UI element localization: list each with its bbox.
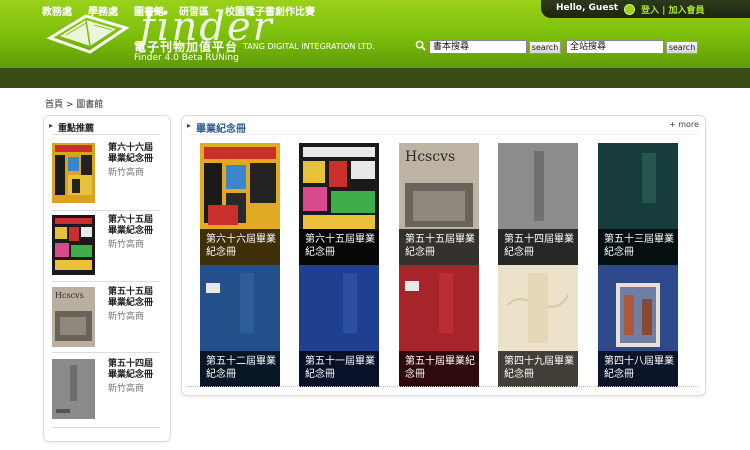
search-icon [415, 40, 426, 51]
book-item[interactable]: 第六十六屆畢業紀念冊 [200, 143, 280, 265]
book-caption[interactable]: 第四十九屆畢業紀念冊 [498, 351, 578, 387]
book-item[interactable]: 第五十一屆畢業紀念冊 [299, 265, 379, 387]
book-item[interactable]: 第六十五屆畢業紀念冊 [299, 143, 379, 265]
sidebar-item-subtitle: 新竹高商 [108, 168, 145, 178]
divider [188, 386, 698, 387]
nav-item-student-affairs[interactable]: 學務處 [88, 3, 118, 18]
divider [52, 427, 160, 428]
book-item[interactable]: 第五十二屆畢業紀念冊 [200, 265, 280, 387]
book-item[interactable]: 第四十九屆畢業紀念冊 [498, 265, 578, 387]
login-register-link[interactable]: 登入 | 加入會員 [641, 3, 705, 16]
sidebar-item-subtitle: 新竹高商 [108, 384, 145, 394]
svg-text:Hcscvs: Hcscvs [405, 149, 455, 165]
divider [52, 281, 160, 282]
book-cover-thumbnail[interactable]: Hcscvs [52, 287, 95, 347]
sidebar-item[interactable]: 第六十六屆畢業紀念冊 新竹高商 [52, 143, 162, 205]
nav-item-ebook-contest[interactable]: 校園電子書創作比賽 [225, 3, 315, 18]
book-item[interactable]: 第五十四屆畢業紀念冊 [498, 143, 578, 265]
book-caption[interactable]: 第六十六屆畢業紀念冊 [200, 229, 280, 265]
book-caption[interactable]: 第五十四屆畢業紀念冊 [498, 229, 578, 265]
book-cover-thumbnail[interactable] [52, 359, 95, 419]
version-text: Finder 4.0 Beta RUNing [134, 53, 239, 63]
book-item[interactable]: 第五十三屆畢業紀念冊 [598, 143, 678, 265]
greeting-text: Hello, Guest [556, 3, 619, 13]
nav-item-library[interactable]: 圖書館 [134, 3, 164, 18]
company-name: TANG DIGITAL INTEGRATION LTD. [243, 42, 375, 51]
breadcrumb[interactable]: 首頁 > 圖書館 [45, 97, 103, 110]
sidebar-item[interactable]: Hcscvs 第五十五屆畢業紀念冊 新竹高商 [52, 287, 162, 349]
svg-text:Hcscvs: Hcscvs [55, 291, 84, 300]
divider [188, 134, 698, 135]
sidebar-item-subtitle: 新竹高商 [108, 240, 145, 250]
book-caption[interactable]: 第五十二屆畢業紀念冊 [200, 351, 280, 387]
sidebar-item[interactable]: 第六十五屆畢業紀念冊 新竹高商 [52, 215, 162, 277]
divider [52, 352, 160, 353]
book-search-button[interactable]: search [529, 41, 561, 54]
sidebar-item-title[interactable]: 第六十五屆畢業紀念冊 [108, 215, 158, 237]
sidebar-item-title[interactable]: 第五十五屆畢業紀念冊 [108, 287, 158, 309]
more-link[interactable]: + more [669, 120, 699, 129]
book-item[interactable]: 第五十屆畢業紀念冊 [399, 265, 479, 387]
book-caption[interactable]: 第五十一屆畢業紀念冊 [299, 351, 379, 387]
book-caption[interactable]: 第五十屆畢業紀念冊 [399, 351, 479, 387]
book-cover-thumbnail[interactable] [52, 215, 95, 275]
book-caption[interactable]: 第五十五屆畢業紀念冊 [399, 229, 479, 265]
chevron-right-icon: ▸ [187, 121, 192, 130]
main-nav [0, 68, 750, 88]
sidebar-item-title[interactable]: 第六十六屆畢業紀念冊 [108, 143, 158, 165]
book-item[interactable]: 第四十八屆畢業紀念冊 [598, 265, 678, 387]
panel-title: 畢業紀念冊 [196, 124, 246, 135]
divider [52, 134, 160, 135]
sidebar-title: 重點推薦 [58, 124, 95, 134]
sidebar-item-subtitle: 新竹高商 [108, 312, 145, 322]
nav-item-study[interactable]: 研習區 [179, 3, 209, 18]
login-icon[interactable] [624, 4, 635, 15]
book-cover-thumbnail[interactable] [52, 143, 95, 203]
book-caption[interactable]: 第六十五屆畢業紀念冊 [299, 229, 379, 265]
sidebar-item-title[interactable]: 第五十四屆畢業紀念冊 [108, 359, 158, 381]
book-item[interactable]: Hcscvs 第五十五屆畢業紀念冊 [399, 143, 479, 265]
site-search-button[interactable]: search [666, 41, 698, 54]
book-caption[interactable]: 第五十三屆畢業紀念冊 [598, 229, 678, 265]
divider [52, 210, 160, 211]
sidebar-item[interactable]: 第五十四屆畢業紀念冊 新竹高商 [52, 359, 162, 421]
book-caption[interactable]: 第四十八屆畢業紀念冊 [598, 351, 678, 387]
nav-item-academic[interactable]: 教務處 [42, 3, 72, 18]
chevron-right-icon: ▸ [49, 121, 54, 130]
site-search-input[interactable]: 全站搜尋 [566, 40, 664, 54]
book-search-input[interactable]: 書本搜尋 [429, 40, 527, 54]
